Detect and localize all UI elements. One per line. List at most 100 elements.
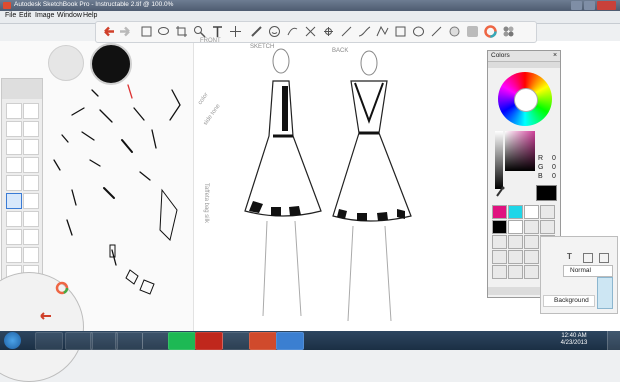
saturation-square[interactable]: [505, 131, 535, 171]
menu-help[interactable]: Help: [83, 12, 97, 19]
swatch-empty[interactable]: [508, 250, 523, 264]
color-wheel[interactable]: [498, 72, 552, 126]
swatch-empty[interactable]: [524, 235, 539, 249]
pencil-icon[interactable]: [250, 25, 263, 38]
brush-pen[interactable]: [6, 121, 22, 137]
layers-icon[interactable]: [448, 25, 461, 38]
brightness-slider[interactable]: [495, 131, 503, 189]
r-label: R: [538, 155, 544, 162]
close-icon[interactable]: ×: [551, 51, 559, 60]
swatch-white[interactable]: [524, 205, 539, 219]
swatch-white-2[interactable]: [508, 220, 523, 234]
brush-eraser[interactable]: [6, 175, 22, 191]
distort-icon[interactable]: [304, 25, 317, 38]
brush-selected[interactable]: [6, 193, 22, 209]
g-value[interactable]: 0: [552, 164, 556, 171]
background-layer[interactable]: Background: [543, 295, 595, 307]
explorer-taskbar-icon[interactable]: [35, 332, 63, 350]
maximize-button[interactable]: [584, 1, 595, 10]
brush-felt[interactable]: [6, 229, 22, 245]
text-icon[interactable]: [211, 25, 224, 38]
zoom-icon[interactable]: [193, 25, 206, 38]
color-wheel-icon[interactable]: [484, 25, 497, 38]
folder-taskbar-icon[interactable]: [115, 332, 143, 350]
eyedropper-icon[interactable]: [495, 186, 505, 198]
brushes-icon[interactable]: [466, 25, 479, 38]
brush-triangle[interactable]: [23, 247, 39, 263]
rectangle-icon[interactable]: [394, 25, 407, 38]
brush-ballpoint[interactable]: [23, 229, 39, 245]
close-button[interactable]: [597, 1, 616, 10]
ellipse-icon[interactable]: [412, 25, 425, 38]
menu-image[interactable]: Image: [35, 12, 54, 19]
stroke-line-icon[interactable]: [430, 25, 443, 38]
messenger-taskbar-icon[interactable]: [142, 332, 170, 350]
secondary-color-swatch[interactable]: [48, 45, 84, 81]
brush-fill[interactable]: [6, 211, 22, 227]
brush-airbrush[interactable]: [6, 103, 22, 119]
show-desktop-button[interactable]: [607, 331, 620, 350]
redo-icon[interactable]: [118, 25, 134, 38]
spotify-taskbar-icon[interactable]: [168, 332, 196, 350]
swatch-empty[interactable]: [508, 265, 523, 279]
polyline-icon[interactable]: [376, 25, 389, 38]
b-value[interactable]: 0: [552, 173, 556, 180]
swatch-empty[interactable]: [492, 235, 507, 249]
app-taskbar-icon[interactable]: [222, 332, 250, 350]
move-icon[interactable]: [229, 25, 242, 38]
image-layer-icon[interactable]: [583, 253, 593, 263]
swatch-empty[interactable]: [508, 235, 523, 249]
collapse-arrow[interactable]: [488, 62, 560, 68]
text-layer-icon[interactable]: T: [567, 252, 572, 261]
swatch-cyan[interactable]: [508, 205, 523, 219]
menu-file[interactable]: File: [5, 12, 16, 19]
swatch-empty[interactable]: [492, 250, 507, 264]
new-layer-icon[interactable]: [599, 253, 609, 263]
swatch-empty[interactable]: [492, 265, 507, 279]
brush-paint[interactable]: [6, 139, 22, 155]
brush-pencil[interactable]: [23, 103, 39, 119]
minimize-button[interactable]: [571, 1, 582, 10]
acrobat-taskbar-icon[interactable]: [195, 332, 223, 350]
swatch-empty[interactable]: [540, 205, 555, 219]
undo-icon[interactable]: [100, 25, 116, 38]
copic-colors-icon[interactable]: [502, 25, 515, 38]
r-value[interactable]: 0: [552, 155, 556, 162]
brush-blur[interactable]: [23, 157, 39, 173]
crop-icon[interactable]: [175, 25, 188, 38]
browser-taskbar-icon[interactable]: [90, 332, 118, 350]
swatch-empty[interactable]: [524, 220, 539, 234]
word-taskbar-icon[interactable]: [276, 332, 304, 350]
swatch-empty[interactable]: [540, 220, 555, 234]
opacity-slider[interactable]: [597, 277, 613, 309]
current-color-swatch[interactable]: [536, 185, 557, 201]
rectangle-select-icon[interactable]: [140, 25, 153, 38]
primary-color-swatch[interactable]: [90, 43, 132, 85]
brush-hard[interactable]: [6, 247, 22, 263]
brush-texture[interactable]: [23, 211, 39, 227]
menu-window[interactable]: Window: [57, 12, 82, 19]
perspective-icon[interactable]: [286, 25, 299, 38]
brush-ink[interactable]: [23, 193, 39, 209]
media-player-taskbar-icon[interactable]: [65, 332, 93, 350]
swatch-empty[interactable]: [524, 250, 539, 264]
brush-smudge[interactable]: [6, 157, 22, 173]
blend-mode-select[interactable]: Normal: [563, 265, 613, 277]
lasso-icon[interactable]: [157, 25, 170, 38]
system-clock[interactable]: 12:40 AM 4/23/2013: [553, 333, 595, 347]
start-button[interactable]: [4, 332, 21, 349]
line-icon[interactable]: [340, 25, 353, 38]
symmetry-icon[interactable]: [268, 25, 281, 38]
undo-icon[interactable]: [37, 311, 53, 321]
swatch-empty[interactable]: [524, 265, 539, 279]
sketchbook-taskbar-icon[interactable]: [249, 332, 277, 350]
brush-soft-eraser[interactable]: [23, 175, 39, 191]
brush-chisel[interactable]: [23, 139, 39, 155]
swatch-magenta[interactable]: [492, 205, 507, 219]
scratch-strokes: [53, 84, 181, 295]
curve-icon[interactable]: [358, 25, 371, 38]
brush-marker[interactable]: [23, 121, 39, 137]
menu-edit[interactable]: Edit: [19, 12, 31, 19]
swatch-black[interactable]: [492, 220, 507, 234]
transform-icon[interactable]: [322, 25, 335, 38]
